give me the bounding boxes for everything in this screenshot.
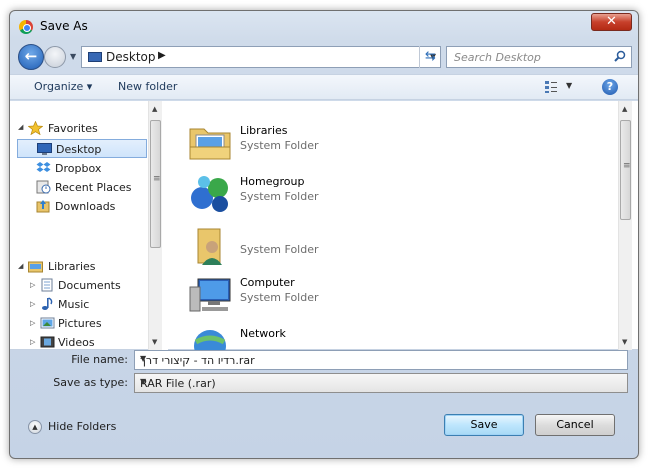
back-button[interactable]: ← (18, 44, 44, 70)
scroll-up-icon[interactable]: ▲ (622, 105, 627, 113)
navigation-pane: ◢ Favorites Desktop Dropbox Recent Place… (10, 101, 162, 350)
nav-favorites[interactable]: Favorites (10, 119, 147, 138)
file-type: System Folder (240, 139, 319, 152)
downloads-icon (36, 200, 50, 213)
file-item-computer[interactable]: Computer System Folder (180, 269, 380, 319)
search-box[interactable]: Search Desktop (446, 46, 632, 68)
file-item-libraries[interactable]: Libraries System Folder (180, 117, 380, 167)
dropbox-icon (36, 162, 51, 172)
nav-item-label: Dropbox (55, 162, 102, 175)
desktop-icon (37, 143, 52, 155)
organize-button[interactable]: Organize ▾ (34, 80, 92, 93)
search-icon[interactable] (614, 50, 626, 62)
new-folder-button[interactable]: New folder (118, 80, 177, 93)
libraries-folder-icon (189, 128, 231, 160)
scroll-down-icon[interactable]: ▼ (152, 338, 157, 346)
recent-pages-dropdown-icon[interactable]: ▼ (70, 52, 76, 61)
nav-favorites-label: Favorites (48, 122, 98, 135)
close-button[interactable]: ✕ (591, 13, 632, 31)
collapse-up-icon: ▲ (28, 420, 42, 434)
grip-icon: ≡ (153, 174, 161, 184)
save-type-select[interactable]: RAR File (.rar) ▼ (134, 373, 628, 393)
nav-item-label: Videos (58, 336, 95, 349)
file-type: System Folder (240, 243, 319, 256)
command-toolbar: Organize ▾ New folder ▼ ? (10, 74, 638, 100)
libraries-icon (28, 261, 43, 273)
file-name: Computer (240, 276, 295, 289)
star-icon (28, 121, 43, 135)
forward-button[interactable] (44, 46, 66, 68)
change-view-icon[interactable] (544, 80, 558, 94)
file-name: Libraries (240, 124, 288, 137)
save-button[interactable]: Save (444, 414, 524, 436)
desktop-icon (88, 52, 102, 62)
cancel-button[interactable]: Cancel (535, 414, 615, 436)
navigation-row: ← ▼ Desktop ▶ ▼ ⇆ Search Desktop (10, 42, 638, 72)
documents-icon (41, 278, 53, 292)
grip-icon: ≡ (623, 161, 631, 171)
nav-libraries[interactable]: Libraries (10, 257, 147, 276)
title-bar[interactable]: Save As ✕ (10, 11, 638, 41)
nav-item-label: Documents (58, 279, 121, 292)
file-name-input[interactable]: רדיו הד - קיצורי דרך.rar ▼ (134, 350, 628, 370)
scrollbar-thumb[interactable]: ≡ (150, 120, 161, 248)
file-name-dropdown-icon[interactable]: ▼ (140, 354, 623, 363)
chrome-icon (19, 20, 33, 34)
nav-item-label: Downloads (55, 200, 116, 213)
nav-item-documents[interactable]: Documents (10, 276, 147, 295)
file-list-scrollbar[interactable]: ▲ ≡ ▼ (618, 101, 632, 350)
computer-icon (189, 278, 231, 312)
nav-item-pictures[interactable]: Pictures (10, 314, 147, 333)
nav-item-label: Recent Places (55, 181, 132, 194)
view-options-dropdown-icon[interactable]: ▼ (566, 81, 572, 90)
address-location[interactable]: Desktop (106, 50, 156, 64)
browser-area: ◢ Favorites Desktop Dropbox Recent Place… (10, 101, 638, 350)
file-name-label: File name: (71, 353, 128, 366)
file-item-network[interactable]: Network (180, 320, 380, 350)
save-as-dialog: Save As ✕ ← ▼ Desktop ▶ ▼ ⇆ Search Deskt… (9, 10, 639, 459)
file-item-user-folder[interactable]: System Folder (180, 221, 380, 271)
file-list: Libraries System Folder Homegroup System… (168, 101, 623, 350)
nav-item-videos[interactable]: Videos (10, 333, 147, 350)
homegroup-icon (191, 176, 228, 212)
breadcrumb-arrow-icon[interactable]: ▶ (158, 50, 166, 61)
hide-folders-label: Hide Folders (48, 420, 117, 433)
music-icon (42, 297, 53, 310)
search-placeholder[interactable]: Search Desktop (454, 51, 541, 64)
save-type-label: Save as type: (53, 376, 128, 389)
file-name: Homegroup (240, 175, 305, 188)
nav-item-label: Pictures (58, 317, 102, 330)
nav-item-music[interactable]: Music (10, 295, 147, 314)
scroll-down-icon[interactable]: ▼ (622, 338, 627, 346)
nav-item-label: Music (58, 298, 90, 311)
file-type: System Folder (240, 190, 319, 203)
dialog-title: Save As (40, 19, 88, 33)
nav-item-desktop[interactable]: Desktop (17, 139, 147, 158)
recent-places-icon (36, 180, 51, 194)
address-bar[interactable]: Desktop ▶ ▼ (81, 46, 441, 68)
scroll-up-icon[interactable]: ▲ (152, 105, 157, 113)
file-type: System Folder (240, 291, 319, 304)
help-icon[interactable]: ? (602, 79, 618, 95)
scrollbar-thumb[interactable]: ≡ (620, 120, 631, 220)
nav-item-recent-places[interactable]: Recent Places (10, 178, 147, 197)
nav-item-dropbox[interactable]: Dropbox (10, 159, 147, 178)
refresh-button[interactable]: ⇆ (419, 46, 441, 68)
file-name: Network (240, 327, 286, 340)
pictures-icon (40, 317, 55, 329)
videos-icon (40, 336, 55, 348)
file-item-homegroup[interactable]: Homegroup System Folder (180, 168, 380, 218)
user-folder-icon (197, 228, 222, 265)
network-icon (194, 330, 226, 350)
save-type-dropdown-icon[interactable]: ▼ (140, 377, 623, 386)
nav-item-downloads[interactable]: Downloads (10, 197, 147, 216)
navigation-scrollbar[interactable]: ▲ ≡ ▼ (148, 101, 162, 350)
nav-libraries-label: Libraries (48, 260, 96, 273)
nav-item-label: Desktop (56, 143, 102, 156)
